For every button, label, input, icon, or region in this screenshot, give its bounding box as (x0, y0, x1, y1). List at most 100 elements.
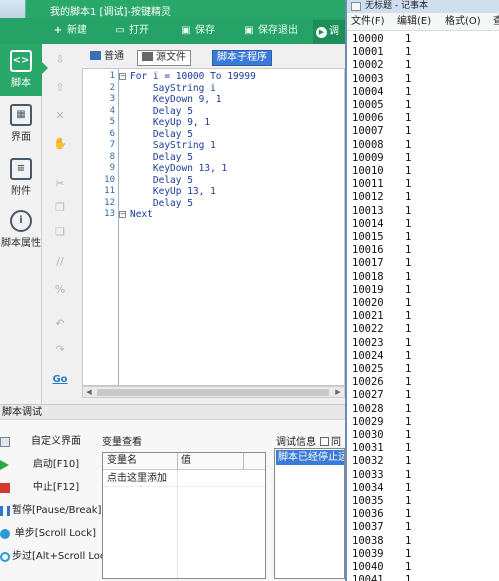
move-down-icon[interactable]: ⇩ (50, 52, 70, 68)
line-value: 1 (405, 270, 412, 283)
custom-ui-button[interactable]: 自定义界面 (0, 433, 100, 451)
column-divider (243, 453, 244, 470)
line-value: 1 (405, 138, 412, 151)
line-number: 12 (104, 197, 115, 208)
move-up-icon[interactable]: ⇧ (50, 80, 70, 96)
line-value: 1 (405, 508, 412, 521)
line-value: 1 (405, 85, 412, 98)
code-line: SayString i (130, 82, 216, 94)
line-value: 1 (405, 178, 412, 191)
line-number: 11 (104, 186, 115, 196)
menu-format[interactable]: 格式(O) (445, 13, 481, 31)
line-value: 1 (405, 574, 412, 581)
line-key: 10022 (352, 323, 384, 336)
redo-icon[interactable]: ↷ (50, 342, 70, 358)
line-key: 10023 (352, 336, 384, 349)
delete-icon[interactable]: ✕ (50, 108, 70, 124)
line-key: 10033 (352, 468, 384, 481)
stop-button[interactable]: 中止[F12] (0, 479, 100, 497)
sidebar-item-script[interactable]: <> 脚本 (0, 44, 42, 96)
source-view-icon (142, 52, 153, 61)
sidebar-item-properties[interactable]: i 脚本属性 (0, 208, 42, 254)
line-key: 10034 (352, 481, 384, 494)
subroutine-dropdown[interactable]: 脚本子程序 (212, 50, 272, 66)
notepad-text-area[interactable]: 10000 1 10001 1 10002 1 10003 1 10004 1 10005 1 1000… (352, 33, 499, 581)
line-key: 10024 (352, 349, 384, 362)
line-key: 10037 (352, 521, 384, 534)
start-button[interactable]: 启动[F10] (0, 456, 100, 474)
scroll-right-icon[interactable]: ▶ (333, 387, 343, 397)
line-number: 10 (104, 174, 115, 185)
new-button[interactable]: + 新建 (52, 24, 87, 38)
save-exit-icon: ▣ (244, 25, 254, 36)
goto-icon[interactable]: Go (50, 372, 70, 388)
line-number: 7 (109, 140, 115, 150)
menu-file[interactable]: 文件(F) (351, 13, 385, 31)
save-button[interactable]: ▣ 保存 (180, 24, 215, 38)
variables-label: 变量查看 (102, 437, 142, 448)
line-number: 13 (104, 209, 115, 219)
editor-horizontal-scrollbar[interactable]: ◀ ▶ (82, 386, 345, 398)
cut-icon[interactable]: ✂ (50, 176, 70, 192)
comment-icon[interactable]: // (50, 254, 70, 270)
open-button[interactable]: ▭ 打开 (114, 24, 149, 38)
sync-checkbox[interactable] (320, 437, 329, 446)
line-key: 10029 (352, 415, 384, 428)
line-number: 9 (109, 163, 115, 173)
sidebar-item-interface[interactable]: ▦ 界面 (0, 102, 42, 148)
info-icon: i (10, 210, 32, 232)
pause-button[interactable]: 暂停[Pause/Break] (0, 502, 101, 520)
fold-toggle-icon[interactable]: − (119, 73, 126, 80)
line-key: 10012 (352, 191, 384, 204)
line-key: 10040 (352, 561, 384, 573)
column-header-name[interactable]: 变量名 (107, 453, 137, 469)
menu-view[interactable]: 查 (493, 13, 499, 31)
line-value: 1 (405, 429, 412, 441)
line-key: 10003 (352, 72, 384, 85)
uncomment-icon[interactable]: % (50, 282, 70, 298)
line-key: 10041 (352, 574, 384, 581)
debug-button[interactable]: ▶ 调 (313, 20, 345, 44)
notepad-icon (351, 2, 361, 11)
menu-edit[interactable]: 编辑(E) (397, 13, 431, 31)
line-key: 10005 (352, 99, 384, 111)
line-value: 1 (405, 59, 412, 72)
line-value: 1 (405, 151, 412, 164)
tab-normal[interactable]: 普通 (86, 50, 128, 66)
undo-icon[interactable]: ↶ (50, 316, 70, 332)
line-key: 10039 (352, 547, 384, 560)
code-editor[interactable]: 1 2 3 4 5 6 7 8 9 10 11 12 13 − − For i … (82, 68, 345, 386)
tab-source[interactable]: 源文件 (137, 50, 191, 66)
save-exit-button[interactable]: ▣ 保存退出 (243, 24, 298, 38)
line-value: 1 (405, 495, 412, 507)
copy-icon[interactable]: ❐ (50, 200, 70, 216)
code-line: KeyUp 9, 1 (130, 117, 211, 128)
paste-icon[interactable]: ❏ (50, 224, 70, 240)
code-line: Delay 5 (130, 105, 193, 117)
line-number: 1 (109, 71, 115, 81)
sidebar: <> 脚本 ▦ 界面 ≡ 附件 i 脚本属性 (0, 44, 42, 404)
pause-icon (0, 506, 10, 516)
hand-icon[interactable]: ✋ (50, 136, 70, 152)
save-icon: ▣ (181, 25, 191, 36)
line-key: 10000 (352, 33, 384, 45)
code-line: KeyDown 9, 1 (130, 94, 222, 105)
variables-table[interactable]: 变量名 值 点击这里添加 (102, 452, 266, 579)
line-key: 10028 (352, 402, 384, 415)
column-header-value[interactable]: 值 (181, 453, 191, 469)
sidebar-item-attachment[interactable]: ≡ 附件 (0, 156, 42, 202)
notepad-menu-bar: 文件(F) 编辑(E) 格式(O) 查 (347, 13, 499, 31)
code-line: Delay 5 (130, 197, 193, 209)
scrollbar-thumb[interactable] (97, 389, 329, 396)
step-button[interactable]: 单步[Scroll Lock] (0, 525, 100, 543)
add-variable-row[interactable]: 点击这里添加 (103, 471, 265, 487)
step-over-button[interactable]: 步过[Alt+Scroll Lock] (0, 548, 115, 566)
line-key: 10027 (352, 389, 384, 402)
line-key: 10002 (352, 59, 384, 72)
line-number: 8 (109, 151, 115, 162)
code-line: SayString 1 (130, 140, 216, 151)
scroll-left-icon[interactable]: ◀ (84, 387, 94, 397)
step-icon (0, 529, 10, 539)
line-key: 10020 (352, 297, 384, 309)
view-tabs: 普通 源文件 脚本子程序 (82, 49, 345, 67)
